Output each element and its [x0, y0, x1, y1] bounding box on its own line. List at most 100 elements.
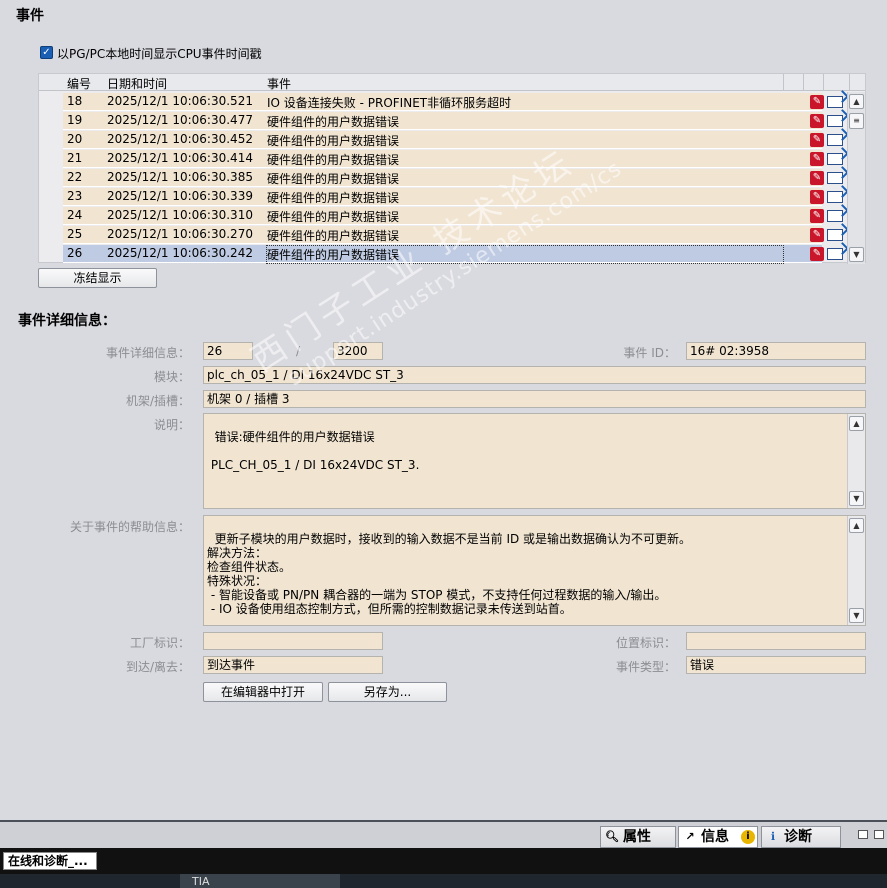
- plant-id-field[interactable]: [203, 632, 383, 650]
- row-datetime: 2025/12/1 10:06:30.385: [107, 170, 253, 184]
- column-header-event[interactable]: 事件: [267, 75, 291, 92]
- inspector-tab-bar: 🔍︎ 属性 ↗ 信息 i ℹ 诊断: [0, 820, 887, 848]
- restore-icon[interactable]: [858, 830, 868, 839]
- open-in-editor-button[interactable]: 在编辑器中打开: [203, 682, 323, 702]
- error-wrench-icon[interactable]: ✎: [810, 190, 824, 204]
- row-id: 26: [67, 246, 83, 260]
- send-icon[interactable]: [827, 134, 843, 146]
- row-event: IO 设备连接失败 - PROFINET非循环服务超时: [267, 96, 512, 110]
- description-scrollbar[interactable]: ▲ ▼: [847, 414, 865, 508]
- event-details-title: 事件详细信息：: [18, 313, 116, 329]
- scroll-thumb[interactable]: ≡: [849, 113, 864, 129]
- event-id-field[interactable]: 16# 02:3958: [686, 342, 866, 360]
- local-time-checkbox-label[interactable]: 以PG/PC本地时间显示CPU事件时间戳: [57, 45, 262, 62]
- save-as-button[interactable]: 另存为...: [328, 682, 447, 702]
- freeze-display-button[interactable]: 冻结显示: [38, 268, 157, 288]
- scroll-up-icon[interactable]: ▲: [849, 94, 864, 109]
- row-event: 硬件组件的用户数据错误: [267, 134, 400, 148]
- error-wrench-icon[interactable]: ✎: [810, 114, 824, 128]
- row-event: 硬件组件的用户数据错误: [267, 115, 400, 129]
- taskbar: 在线和诊断_... TIA: [0, 848, 887, 888]
- location-id-field[interactable]: [686, 632, 866, 650]
- send-icon[interactable]: [827, 210, 843, 222]
- table-row[interactable]: 19 2025/12/1 10:06:30.477 硬件组件的用户数据错误 ✎: [63, 112, 843, 130]
- diagnostics-icon: ℹ: [770, 830, 776, 843]
- taskbar-strip: TIA: [0, 874, 887, 888]
- magnifier-icon: 🔍︎: [605, 830, 619, 843]
- column-header-datetime[interactable]: 日期和时间: [107, 75, 167, 92]
- rack-slot-field[interactable]: 机架 0 / 插槽 3: [203, 390, 866, 408]
- table-row[interactable]: 24 2025/12/1 10:06:30.310 硬件组件的用户数据错误 ✎: [63, 207, 843, 225]
- scroll-down-icon[interactable]: ▼: [849, 608, 864, 623]
- send-icon[interactable]: [827, 153, 843, 165]
- module-field[interactable]: plc_ch_05_1 / DI 16x24VDC ST_3: [203, 366, 866, 384]
- row-event: 硬件组件的用户数据错误: [267, 172, 400, 186]
- table-row[interactable]: 23 2025/12/1 10:06:30.339 硬件组件的用户数据错误 ✎: [63, 188, 843, 206]
- help-label: 关于事件的帮助信息：: [69, 520, 190, 534]
- help-scrollbar[interactable]: ▲ ▼: [847, 516, 865, 625]
- table-row[interactable]: 25 2025/12/1 10:06:30.270 硬件组件的用户数据错误 ✎: [63, 226, 843, 244]
- send-icon[interactable]: [827, 115, 843, 127]
- help-textarea[interactable]: 更新子模块的用户数据时，接收到的输入数据不是当前 ID 或是输出数据确认为不可更…: [203, 515, 866, 626]
- error-wrench-icon[interactable]: ✎: [810, 152, 824, 166]
- error-wrench-icon[interactable]: ✎: [810, 228, 824, 242]
- tab-info[interactable]: ↗ 信息 i: [678, 826, 758, 848]
- row-event: 硬件组件的用户数据错误: [267, 210, 400, 224]
- row-id: 21: [67, 151, 83, 165]
- row-id: 25: [67, 227, 83, 241]
- maximize-icon[interactable]: [874, 830, 884, 839]
- module-label: 模块：: [153, 370, 190, 384]
- info-icon: ↗: [685, 830, 695, 843]
- scroll-up-icon[interactable]: ▲: [849, 416, 864, 431]
- table-row[interactable]: 18 2025/12/1 10:06:30.521 IO 设备连接失败 - PR…: [63, 93, 843, 111]
- send-icon[interactable]: [827, 96, 843, 108]
- description-textarea[interactable]: 错误:硬件组件的用户数据错误 PLC_CH_05_1 / DI 16x24VDC…: [203, 413, 866, 509]
- scroll-down-icon[interactable]: ▼: [849, 491, 864, 506]
- event-type-field[interactable]: 错误: [686, 656, 866, 674]
- send-icon[interactable]: [827, 172, 843, 184]
- table-row[interactable]: 22 2025/12/1 10:06:30.385 硬件组件的用户数据错误 ✎: [63, 169, 843, 187]
- event-detail-number-field[interactable]: 26: [203, 342, 253, 360]
- error-wrench-icon[interactable]: ✎: [810, 133, 824, 147]
- row-datetime: 2025/12/1 10:06:30.339: [107, 189, 253, 203]
- row-datetime: 2025/12/1 10:06:30.310: [107, 208, 253, 222]
- row-id: 19: [67, 113, 83, 127]
- send-icon[interactable]: [827, 248, 843, 260]
- error-wrench-icon[interactable]: ✎: [810, 209, 824, 223]
- table-row[interactable]: 21 2025/12/1 10:06:30.414 硬件组件的用户数据错误 ✎: [63, 150, 843, 168]
- error-wrench-icon[interactable]: ✎: [810, 95, 824, 109]
- row-datetime: 2025/12/1 10:06:30.414: [107, 151, 253, 165]
- row-event: 硬件组件的用户数据错误: [267, 153, 400, 167]
- event-type-label: 事件类型：: [615, 660, 676, 674]
- tab-properties[interactable]: 🔍︎ 属性: [600, 826, 676, 848]
- send-icon[interactable]: [827, 229, 843, 241]
- scroll-up-icon[interactable]: ▲: [849, 518, 864, 533]
- table-row-selected[interactable]: 26 2025/12/1 10:06:30.242 硬件组件的用户数据错误 ✎: [63, 245, 843, 264]
- error-wrench-icon[interactable]: ✎: [810, 171, 824, 185]
- help-text: 更新子模块的用户数据时，接收到的输入数据不是当前 ID 或是输出数据确认为不可更…: [207, 532, 692, 616]
- event-detail-label: 事件详细信息：: [105, 346, 190, 360]
- row-event: 硬件组件的用户数据错误: [267, 191, 400, 205]
- table-scrollbar[interactable]: ▲ ≡ ▼: [847, 92, 865, 264]
- tab-diagnostics[interactable]: ℹ 诊断: [761, 826, 841, 848]
- local-time-checkbox[interactable]: ✓: [40, 46, 53, 59]
- description-label: 说明：: [153, 418, 190, 432]
- arrive-leave-label: 到达/离去：: [125, 660, 190, 674]
- info-badge-icon: i: [741, 830, 755, 844]
- arrive-leave-field[interactable]: 到达事件: [203, 656, 383, 674]
- table-row[interactable]: 20 2025/12/1 10:06:30.452 硬件组件的用户数据错误 ✎: [63, 131, 843, 149]
- send-icon[interactable]: [827, 191, 843, 203]
- scroll-down-icon[interactable]: ▼: [849, 247, 864, 262]
- column-header-id[interactable]: 编号: [67, 75, 91, 92]
- row-datetime: 2025/12/1 10:06:30.452: [107, 132, 253, 146]
- plant-id-label: 工厂标识：: [129, 636, 190, 650]
- event-detail-total-field[interactable]: 3200: [333, 342, 383, 360]
- row-event: 硬件组件的用户数据错误: [266, 245, 784, 264]
- error-wrench-icon[interactable]: ✎: [810, 247, 824, 261]
- taskbar-item-online-diagnostics[interactable]: 在线和诊断_...: [3, 852, 97, 870]
- events-title: 事件: [16, 8, 44, 24]
- row-datetime: 2025/12/1 10:06:30.242: [107, 246, 253, 260]
- taskbar-app-tia[interactable]: TIA: [180, 874, 340, 888]
- event-id-label: 事件 ID：: [623, 346, 676, 360]
- table-header: 编号 日期和时间 事件: [39, 74, 865, 91]
